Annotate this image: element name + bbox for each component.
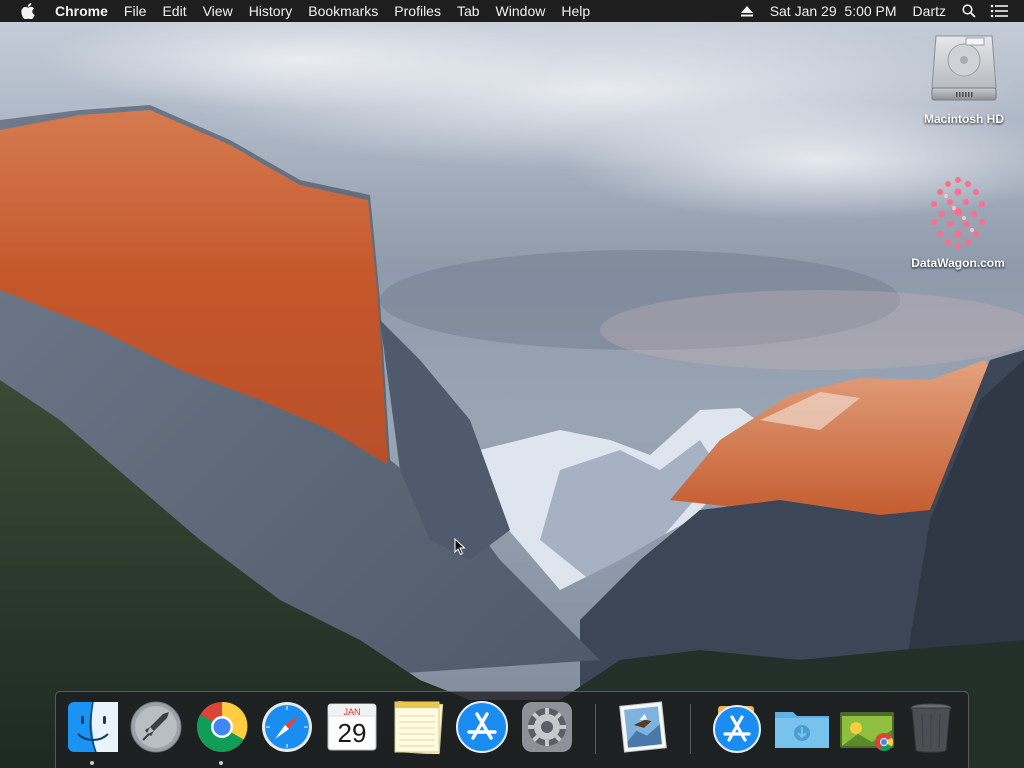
- dock-separator: [690, 704, 691, 754]
- menu-history[interactable]: History: [241, 0, 301, 22]
- menu-bar-status-area: Sat Jan 29 5:00 PM Dartz: [732, 0, 1024, 22]
- dock-item-finder[interactable]: [66, 700, 120, 765]
- notification-center-icon[interactable]: [988, 0, 1010, 22]
- downloads-folder-icon: [775, 712, 829, 748]
- mouse-cursor-icon: [454, 537, 466, 561]
- spotlight-search-icon[interactable]: [958, 0, 980, 22]
- safari-icon: [262, 702, 312, 752]
- running-indicator: [219, 761, 223, 765]
- dock-item-app-store[interactable]: [455, 700, 509, 754]
- menu-profiles[interactable]: Profiles: [386, 0, 449, 22]
- finder-icon: [68, 701, 118, 753]
- dock-item-launchpad[interactable]: [129, 700, 183, 754]
- dock-item-calendar[interactable]: JAN 29: [325, 700, 379, 754]
- dock-item-chrome-apps[interactable]: [838, 700, 894, 754]
- menu-help[interactable]: Help: [553, 0, 598, 22]
- dock-separator: [595, 704, 596, 754]
- calendar-day: 29: [337, 718, 367, 748]
- dock-item-system-preferences[interactable]: [520, 700, 574, 754]
- datawagon-icon: [920, 172, 996, 250]
- mail-stamp-icon: [619, 701, 667, 753]
- dock-item-chrome[interactable]: [195, 700, 249, 765]
- menu-view[interactable]: View: [195, 0, 241, 22]
- desktop-icon-label: Macintosh HD: [923, 112, 1004, 126]
- dock-item-trash[interactable]: [904, 700, 958, 754]
- menu-window[interactable]: Window: [488, 0, 554, 22]
- menu-file[interactable]: File: [116, 0, 155, 22]
- eject-icon[interactable]: [736, 0, 758, 22]
- menu-app-name[interactable]: Chrome: [53, 0, 116, 22]
- clock[interactable]: Sat Jan 29 5:00 PM: [762, 0, 905, 22]
- app-store-icon: [456, 701, 508, 753]
- system-preferences-icon: [522, 702, 572, 752]
- hard-drive-icon: [926, 30, 1002, 106]
- trash-icon: [910, 703, 952, 753]
- chrome-icon: [197, 701, 248, 752]
- desktop-icon-macintosh-hd[interactable]: Macintosh HD: [909, 30, 1019, 126]
- dock-item-applications[interactable]: [710, 700, 764, 754]
- running-indicator: [90, 761, 94, 765]
- desktop-icon-label: DataWagon.com: [911, 256, 1005, 270]
- notes-icon: [394, 700, 444, 756]
- dock-item-notes[interactable]: [391, 700, 445, 756]
- chrome-apps-folder-icon: [840, 712, 894, 752]
- apple-logo-icon[interactable]: [17, 0, 39, 22]
- dock-item-mail[interactable]: [616, 700, 670, 754]
- menu-bookmarks[interactable]: Bookmarks: [300, 0, 386, 22]
- launchpad-icon: [130, 701, 182, 753]
- desktop-icon-datawagon[interactable]: DataWagon.com: [903, 172, 1013, 270]
- calendar-month: JAN: [343, 707, 361, 717]
- dock-item-downloads[interactable]: [773, 700, 829, 754]
- menu-edit[interactable]: Edit: [154, 0, 194, 22]
- dock-item-safari[interactable]: [260, 700, 314, 754]
- menu-tab[interactable]: Tab: [449, 0, 488, 22]
- user-menu[interactable]: Dartz: [905, 0, 954, 22]
- dock: JAN 29: [55, 691, 969, 768]
- applications-stack-icon: [713, 705, 761, 753]
- menu-bar: Chrome File Edit View History Bookmarks …: [0, 0, 1024, 22]
- desktop-wallpaper: [0, 0, 1024, 768]
